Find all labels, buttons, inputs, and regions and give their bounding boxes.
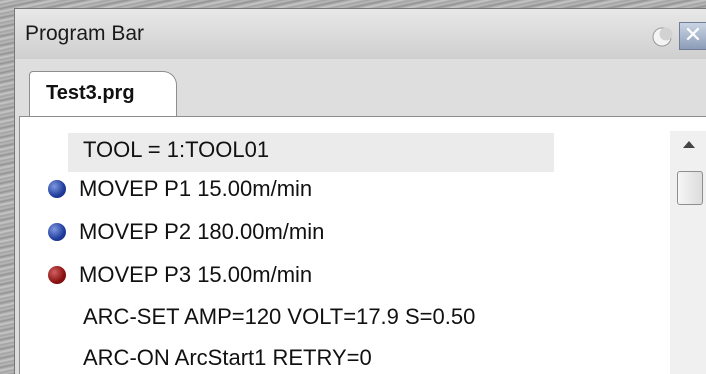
program-line[interactable]: TOOL = 1:TOOL01 [20, 129, 670, 172]
program-line-text: ARC-SET AMP=120 VOLT=17.9 S=0.50 [83, 304, 476, 329]
pin-icon[interactable] [651, 26, 673, 48]
tab-strip: Test3.prg [15, 59, 706, 118]
program-line[interactable]: ARC-SET AMP=120 VOLT=17.9 S=0.50 [20, 296, 670, 336]
scrollbar-thumb[interactable] [677, 171, 703, 205]
tab-test3-prg[interactable]: Test3.prg [29, 71, 177, 118]
program-line-text: ARC-ON ArcStart1 RETRY=0 [83, 345, 372, 370]
program-bar-window: Program Bar ✕ Test3.prg TOOL = 1:TOOL01 … [14, 8, 706, 374]
close-icon: ✕ [683, 23, 703, 48]
vertical-scrollbar[interactable] [670, 131, 706, 374]
program-line-text: MOVEP P3 15.00m/min [79, 262, 313, 287]
breakpoint-blue-icon [48, 223, 66, 241]
program-line-text: MOVEP P2 180.00m/min [79, 219, 325, 244]
program-line-text: TOOL = 1:TOOL01 [83, 137, 270, 162]
program-line[interactable]: MOVEP P1 15.00m/min [20, 168, 670, 208]
breakpoint-red-icon [48, 266, 66, 284]
program-line-text: MOVEP P1 15.00m/min [79, 176, 313, 201]
scroll-up-arrow-icon[interactable] [683, 141, 695, 148]
title-bar[interactable]: Program Bar ✕ [15, 9, 706, 59]
program-line[interactable]: MOVEP P3 15.00m/min [20, 254, 670, 294]
program-list[interactable]: TOOL = 1:TOOL01 MOVEP P1 15.00m/min MOVE… [19, 116, 706, 374]
close-button[interactable]: ✕ [679, 22, 706, 50]
program-line[interactable]: ARC-ON ArcStart1 RETRY=0 [20, 337, 670, 374]
window-title: Program Bar [25, 22, 145, 45]
breakpoint-blue-icon [48, 180, 66, 198]
program-line[interactable]: MOVEP P2 180.00m/min [20, 211, 670, 251]
tab-label: Test3.prg [46, 82, 135, 104]
